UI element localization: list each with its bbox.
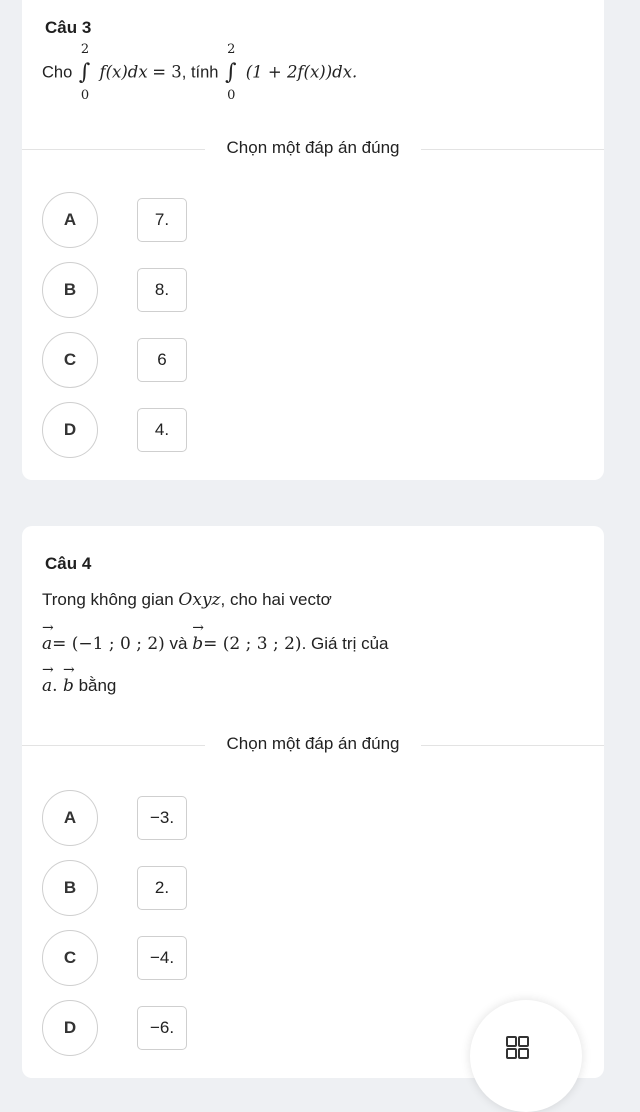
option-answer[interactable]: −3. [137, 796, 187, 840]
option-answer[interactable]: 7. [137, 198, 187, 242]
vector-b-value: = (2 ; 3 ; 2) [203, 634, 302, 654]
option-letter[interactable]: B [42, 262, 98, 318]
option-answer[interactable]: 4. [137, 408, 187, 452]
stem-text: và [164, 634, 193, 653]
integral-expression: f(x)dx [99, 62, 148, 82]
dot-operator: . [52, 676, 63, 696]
integral-symbol: 2 ∫ 0 [78, 42, 91, 103]
option-letter[interactable]: D [42, 1000, 98, 1056]
answer-prompt: Chọn một đáp án đúng [22, 734, 604, 754]
answer-prompt: Chọn một đáp án đúng [22, 138, 604, 158]
stem-text: , tính [181, 63, 219, 82]
space-name: Oxyz [178, 590, 221, 610]
grid-icon [506, 1036, 529, 1059]
question-title: Câu 4 [45, 554, 92, 573]
question-stem: Cho 2 ∫ 0 f(x)dx = 3, tính 2 ∫ 0 (1 + 2f… [42, 42, 358, 103]
integral-symbol: 2 ∫ 0 [225, 42, 237, 103]
stem-text: bằng [73, 676, 117, 695]
option-letter[interactable]: C [42, 930, 98, 986]
option-answer[interactable]: −4. [137, 936, 187, 980]
option-letter[interactable]: A [42, 192, 98, 248]
question-stem-line-3: a. b bằng [42, 662, 117, 696]
integral-upper-bound: 2 [80, 42, 90, 57]
question-grid-button[interactable] [470, 1000, 582, 1112]
option-letter[interactable]: D [42, 402, 98, 458]
option-answer[interactable]: 2. [137, 866, 187, 910]
vector-a: a [42, 620, 54, 654]
option-answer[interactable]: 8. [137, 268, 187, 312]
option-letter[interactable]: C [42, 332, 98, 388]
integral-expression: (1 + 2f(x))dx. [245, 62, 358, 82]
stem-text: , cho hai vectơ [220, 590, 332, 609]
option-letter[interactable]: B [42, 860, 98, 916]
integral-value: = 3 [152, 62, 182, 82]
integral-upper-bound: 2 [227, 42, 236, 57]
question-card-3: Câu 3 Cho 2 ∫ 0 f(x)dx = 3, tính 2 ∫ 0 (… [22, 0, 604, 480]
question-card-4: Câu 4 Trong không gian Oxyz, cho hai vec… [22, 526, 604, 1078]
vector-b: b [63, 662, 75, 696]
vector-a-value: = (−1 ; 0 ; 2) [52, 634, 165, 654]
question-stem-line-2: a= (−1 ; 0 ; 2) và b= (2 ; 3 ; 2). Giá t… [42, 620, 389, 654]
option-answer[interactable]: 6 [137, 338, 187, 382]
question-title: Câu 3 [45, 18, 92, 37]
stem-text: Trong không gian [42, 590, 179, 609]
option-answer[interactable]: −6. [137, 1006, 187, 1050]
vector-b: b [192, 620, 204, 654]
stem-text: Cho [42, 63, 73, 82]
option-letter[interactable]: A [42, 790, 98, 846]
vector-a: a [42, 662, 54, 696]
stem-text: . Giá trị của [301, 634, 389, 653]
question-stem-line-1: Trong không gian Oxyz, cho hai vectơ [42, 590, 332, 610]
integral-lower-bound: 0 [80, 88, 90, 103]
integral-lower-bound: 0 [227, 88, 236, 103]
